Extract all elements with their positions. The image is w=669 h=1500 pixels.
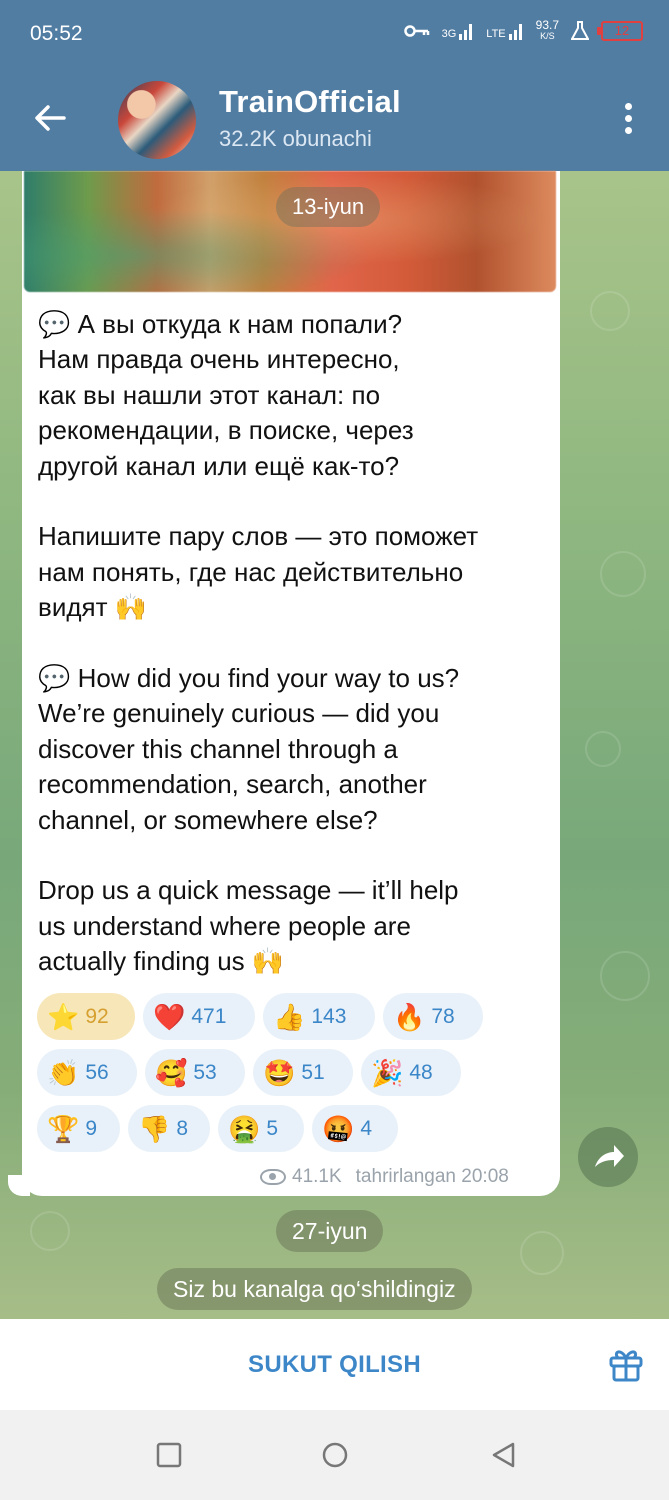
post-paragraph: Drop us a quick message — it’ll help us … — [38, 875, 459, 977]
reaction-chip-star-struck[interactable]: 🤩 51 — [253, 1049, 353, 1096]
recents-icon[interactable] — [154, 1440, 184, 1470]
vomit-face-icon: 🤮 — [228, 1113, 261, 1144]
signal-lte-label: LTE — [486, 28, 506, 40]
view-count: 41.1K — [292, 1166, 342, 1187]
status-icons: 3G LTE 93.7 K/S 12 — [403, 18, 643, 42]
thumbs-up-icon: 👍 — [273, 1001, 306, 1032]
gift-icon[interactable] — [607, 1345, 645, 1383]
post-text: 💬 А вы откуда к нам попали? Нам правда о… — [38, 307, 553, 980]
star-icon: ⭐ — [47, 1001, 80, 1032]
channel-header: TrainOfficial 32.2K obunachi — [0, 68, 669, 171]
speed-value: 93.7 — [535, 18, 559, 32]
reaction-count: 5 — [266, 1116, 279, 1140]
fire-icon: 🔥 — [393, 1001, 426, 1032]
channel-avatar[interactable] — [118, 81, 196, 159]
signal-bars-icon — [459, 24, 473, 40]
reaction-chip-thumbs-up[interactable]: 👍 143 — [263, 993, 375, 1040]
back-triangle-icon[interactable] — [488, 1440, 518, 1470]
more-vertical-icon[interactable] — [623, 103, 633, 137]
share-button[interactable] — [578, 1127, 638, 1187]
star-struck-icon: 🤩 — [263, 1057, 296, 1088]
clap-icon: 👏 — [47, 1057, 80, 1088]
reaction-chip-thumbs-down[interactable]: 👎 8 — [128, 1105, 210, 1152]
channel-title[interactable]: TrainOfficial — [219, 84, 401, 120]
mute-button[interactable]: SUKUT QILISH — [0, 1319, 669, 1410]
post-meta: 41.1K tahrirlangan 20:08 — [260, 1166, 509, 1188]
post-paragraph: 💬 How did you find your way to us? We’re… — [38, 663, 460, 835]
reaction-count: 4 — [360, 1116, 373, 1140]
vpn-key-icon — [403, 25, 429, 37]
reaction-count: 56 — [85, 1060, 109, 1084]
arrow-left-icon[interactable] — [30, 98, 70, 138]
status-bar: 05:52 3G LTE 93.7 K/S 12 — [0, 0, 669, 68]
join-notice: Siz bu kanalga qo‘shildingiz — [157, 1268, 472, 1310]
signal-bars-icon — [508, 24, 522, 40]
reaction-chip-smiling-hearts[interactable]: 🥰 53 — [145, 1049, 245, 1096]
reaction-row: 🏆 9 👎 8 🤮 5 🤬 4 — [37, 1105, 547, 1152]
signal-3g-label: 3G — [441, 28, 457, 40]
home-icon[interactable] — [320, 1440, 350, 1470]
signal-3g: 3G — [442, 22, 475, 40]
trophy-icon: 🏆 — [47, 1113, 80, 1144]
reaction-count: 92 — [85, 1004, 109, 1028]
reaction-chip-star[interactable]: ⭐ 92 — [37, 993, 135, 1040]
reaction-chip-cursing[interactable]: 🤬 4 — [312, 1105, 398, 1152]
reaction-chip-clap[interactable]: 👏 56 — [37, 1049, 137, 1096]
battery-indicator: 12 — [597, 21, 643, 41]
share-arrow-icon — [595, 1145, 624, 1167]
reaction-count: 143 — [311, 1004, 347, 1028]
bottom-action-bar: SUKUT QILISH — [0, 1319, 669, 1410]
subscriber-count: 32.2K obunachi — [219, 126, 372, 151]
party-popper-icon: 🎉 — [371, 1057, 404, 1088]
reaction-count: 78 — [431, 1004, 455, 1028]
network-speed: 93.7 K/S — [535, 18, 559, 42]
reaction-count: 53 — [193, 1060, 217, 1084]
post-paragraph: 💬 А вы откуда к нам попали? Нам правда о… — [38, 309, 414, 481]
signal-lte: LTE — [486, 22, 523, 40]
reaction-count: 8 — [176, 1116, 189, 1140]
reaction-count: 51 — [301, 1060, 325, 1084]
post-paragraph: Напишите пару слов — это поможет нам пон… — [38, 521, 479, 623]
thumbs-down-icon: 👎 — [138, 1113, 171, 1144]
reaction-chip-party[interactable]: 🎉 48 — [361, 1049, 461, 1096]
reaction-row: ⭐ 92 ❤️ 471 👍 143 🔥 78 — [37, 993, 547, 1040]
date-separator: 27-iyun — [276, 1210, 384, 1252]
reaction-row: 👏 56 🥰 53 🤩 51 🎉 48 — [37, 1049, 547, 1096]
speed-unit: K/S — [540, 31, 555, 41]
reaction-chip-trophy[interactable]: 🏆 9 — [37, 1105, 120, 1152]
date-badge: 13-iyun — [276, 187, 381, 227]
reaction-count: 471 — [191, 1004, 227, 1028]
eye-icon — [260, 1169, 286, 1185]
reactions: ⭐ 92 ❤️ 471 👍 143 🔥 78 👏 56 🥰 53 🤩 51 🎉 … — [37, 993, 547, 1161]
status-time: 05:52 — [30, 22, 83, 45]
cursing-face-icon: 🤬 — [322, 1113, 355, 1144]
heart-icon: ❤️ — [153, 1001, 186, 1032]
flask-icon — [571, 21, 589, 40]
reaction-chip-vomit[interactable]: 🤮 5 — [218, 1105, 304, 1152]
reaction-count: 48 — [409, 1060, 433, 1084]
reaction-chip-heart[interactable]: ❤️ 471 — [143, 993, 255, 1040]
reaction-chip-fire[interactable]: 🔥 78 — [383, 993, 483, 1040]
smiling-hearts-icon: 🥰 — [155, 1057, 188, 1088]
system-nav-bar — [0, 1410, 669, 1500]
edited-time: tahrirlangan 20:08 — [355, 1166, 509, 1187]
reaction-count: 9 — [85, 1116, 98, 1140]
